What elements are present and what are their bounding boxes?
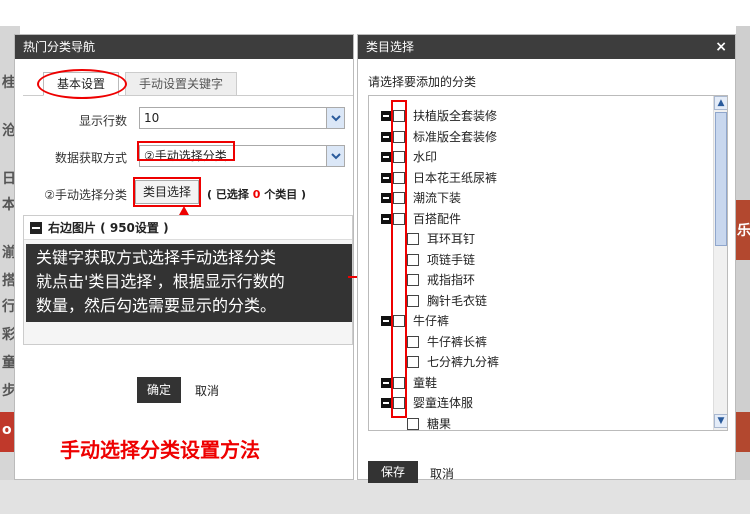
close-icon[interactable]: × (715, 35, 727, 59)
category-label: 戒指指环 (427, 273, 476, 287)
chevron-down-icon[interactable] (326, 108, 344, 128)
scrollbar[interactable]: ▲ ▼ (713, 96, 727, 430)
scroll-down-icon[interactable]: ▼ (714, 414, 727, 428)
highlight-box (137, 141, 235, 161)
source-label: 数据获取方式 (54, 151, 127, 165)
manual-label: ②手动选择分类 (44, 188, 127, 202)
collapse-icon[interactable] (381, 193, 391, 203)
category-label: 婴童连体服 (413, 396, 474, 410)
collapse-icon[interactable] (381, 172, 391, 183)
selected-suffix: 个类目 ) (264, 188, 307, 201)
category-label: 扶植版全套装修 (413, 109, 498, 123)
category-label: 百搭配件 (413, 211, 462, 226)
chevron-down-icon[interactable] (326, 146, 344, 166)
scrollbar-thumb[interactable] (715, 112, 727, 246)
cancel-button[interactable]: 取消 (195, 382, 219, 399)
background-bottom-strip (0, 480, 750, 514)
category-label: 耳环耳钉 (427, 232, 476, 246)
collapse-icon[interactable] (381, 131, 391, 142)
category-checkbox[interactable] (407, 335, 419, 348)
scroll-up-icon[interactable]: ▲ (714, 96, 727, 110)
collapse-icon[interactable] (381, 152, 391, 162)
collapse-icon[interactable] (381, 213, 391, 224)
highlight-box (133, 177, 201, 207)
category-label: 糖果 (427, 416, 452, 431)
caption-title: 手动选择分类设置方法 (60, 438, 260, 462)
rows-value: 10 (144, 111, 160, 125)
category-checkbox[interactable] (407, 233, 419, 245)
tab-manual-keywords[interactable]: 手动设置关键字 (125, 72, 237, 96)
category-label: 水印 (413, 150, 438, 164)
background-banner: 乐 (736, 200, 750, 260)
category-list: 扶植版全套装修 标准版全套装修 水印日本花王纸尿裤 潮流下装百搭配件耳环耳钉项链手链戒… (368, 95, 728, 431)
dialog-title-text: 类目选择 (366, 40, 415, 54)
collapse-icon[interactable] (381, 316, 391, 326)
category-label: 项链手链 (427, 252, 476, 267)
category-checkbox[interactable] (407, 253, 419, 266)
category-label: 胸针毛衣链 (427, 293, 488, 308)
rows-label: 显示行数 (78, 114, 127, 128)
category-checkbox[interactable] (407, 417, 419, 430)
category-label: 牛仔裤长裤 (427, 334, 488, 349)
category-label: 标准版全套装修 (413, 129, 498, 144)
category-label: 牛仔裤 (413, 314, 450, 328)
selected-prefix: ( 已选择 (207, 188, 249, 201)
page-background-top (0, 0, 750, 26)
category-select-dialog: 类目选择 × 请选择要添加的分类 扶植版全套装修 标准版全套装修 水印日本花王纸尿裤… (357, 34, 736, 483)
rows-select[interactable]: 10 (139, 107, 345, 129)
confirm-button[interactable]: 确定 (137, 377, 181, 403)
dialog-title: 类目选择 × (358, 35, 735, 59)
cancel-button[interactable]: 取消 (430, 465, 454, 482)
checkbox-highlight (391, 100, 407, 418)
instruction-callout: 关键字获取方式选择手动选择分类 就点击'类目选择'，根据显示行数的 数量，然后勾… (26, 244, 352, 322)
prompt-text: 请选择要添加的分类 (368, 75, 477, 89)
background-banner (736, 412, 750, 452)
category-checkbox[interactable] (407, 294, 419, 307)
category-checkbox[interactable] (407, 274, 419, 286)
category-label: 潮流下装 (413, 191, 462, 205)
background-text: 乐 (737, 223, 750, 239)
section-header[interactable]: 右边图片 ( 950设置 ) (24, 216, 352, 240)
collapse-icon[interactable] (30, 222, 42, 234)
collapse-icon[interactable] (381, 377, 391, 388)
category-checkbox[interactable] (407, 356, 419, 368)
background-text: o (2, 422, 12, 438)
section-title: 右边图片 ( 950设置 ) (48, 221, 169, 235)
save-button[interactable]: 保存 (368, 461, 418, 483)
category-label: 童鞋 (413, 375, 438, 390)
collapse-icon[interactable] (381, 398, 391, 408)
highlight-oval (37, 69, 127, 99)
dialog-title: 热门分类导航 (15, 35, 353, 59)
category-label: 七分裤九分裤 (427, 355, 500, 369)
collapse-icon[interactable] (381, 111, 391, 121)
category-label: 日本花王纸尿裤 (413, 170, 498, 185)
selected-count: 0 (252, 188, 261, 201)
selected-count-text: ( 已选择 0 个类目 ) (207, 186, 306, 202)
